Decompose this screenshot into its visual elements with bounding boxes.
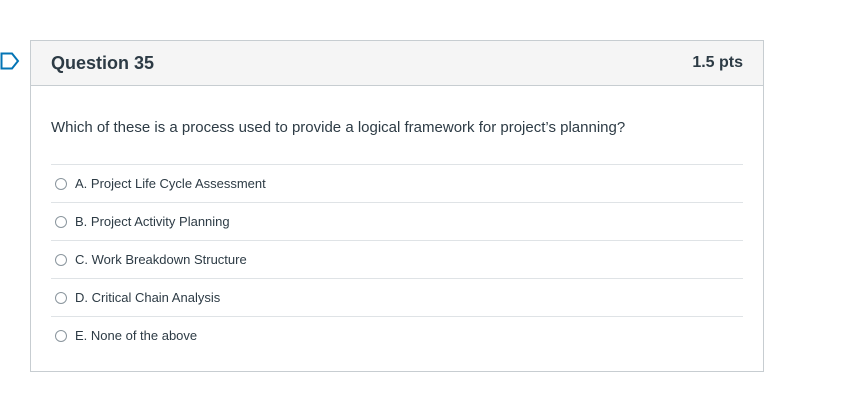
radio-button[interactable] <box>55 291 67 304</box>
question-card: Question 35 1.5 pts Which of these is a … <box>30 40 764 372</box>
question-header: Question 35 1.5 pts <box>31 41 763 86</box>
answer-label[interactable]: B. Project Activity Planning <box>75 214 230 229</box>
question-text: Which of these is a process used to prov… <box>51 119 626 136</box>
radio-button[interactable] <box>55 177 67 190</box>
question-points: 1.5 pts <box>692 54 743 71</box>
question-body: Which of these is a process used to prov… <box>31 86 763 354</box>
question-title: Question 35 <box>51 52 155 73</box>
radio-button[interactable] <box>55 253 67 266</box>
answer-option-d[interactable]: D. Critical Chain Analysis <box>51 278 743 316</box>
answer-label[interactable]: D. Critical Chain Analysis <box>75 290 220 305</box>
answer-label[interactable]: A. Project Life Cycle Assessment <box>75 176 266 191</box>
answer-label[interactable]: E. None of the above <box>75 328 197 343</box>
answer-option-e[interactable]: E. None of the above <box>51 316 743 354</box>
answer-option-c[interactable]: C. Work Breakdown Structure <box>51 240 743 278</box>
flag-question-icon[interactable] <box>0 52 20 70</box>
answer-option-a[interactable]: A. Project Life Cycle Assessment <box>51 164 743 202</box>
radio-button[interactable] <box>55 215 67 228</box>
answer-option-b[interactable]: B. Project Activity Planning <box>51 202 743 240</box>
radio-button[interactable] <box>55 329 67 342</box>
answer-label[interactable]: C. Work Breakdown Structure <box>75 252 247 267</box>
answer-list: A. Project Life Cycle Assessment B. Proj… <box>51 164 743 354</box>
